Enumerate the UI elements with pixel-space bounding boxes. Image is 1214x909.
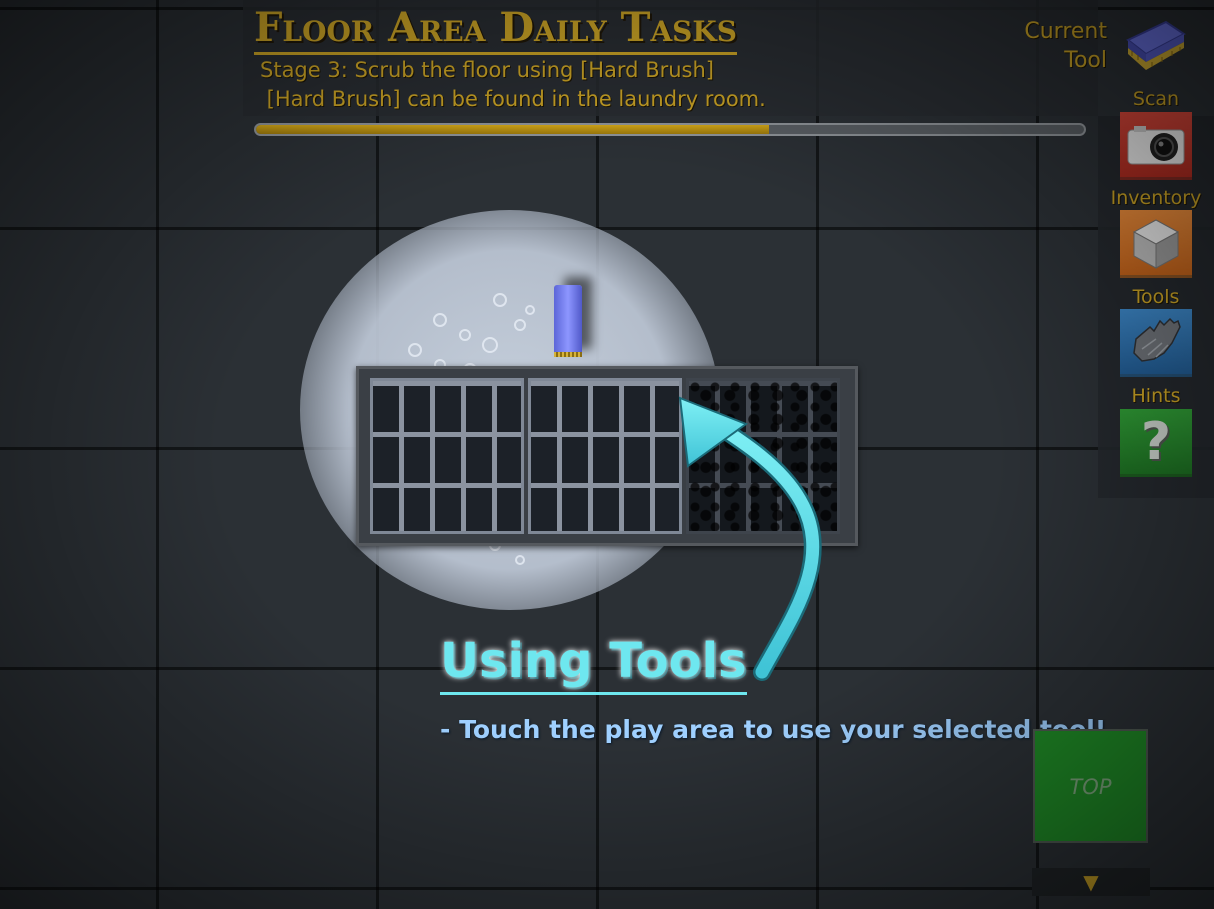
scroll-down-arrow-icon[interactable]: ▼ — [1032, 868, 1150, 896]
tutorial-arrow — [678, 396, 822, 681]
top-view-button[interactable]: TOP — [1033, 729, 1148, 843]
tutorial-title: Using Tools — [440, 630, 747, 695]
tutorial-text: - Touch the play area to use your select… — [440, 715, 1107, 744]
